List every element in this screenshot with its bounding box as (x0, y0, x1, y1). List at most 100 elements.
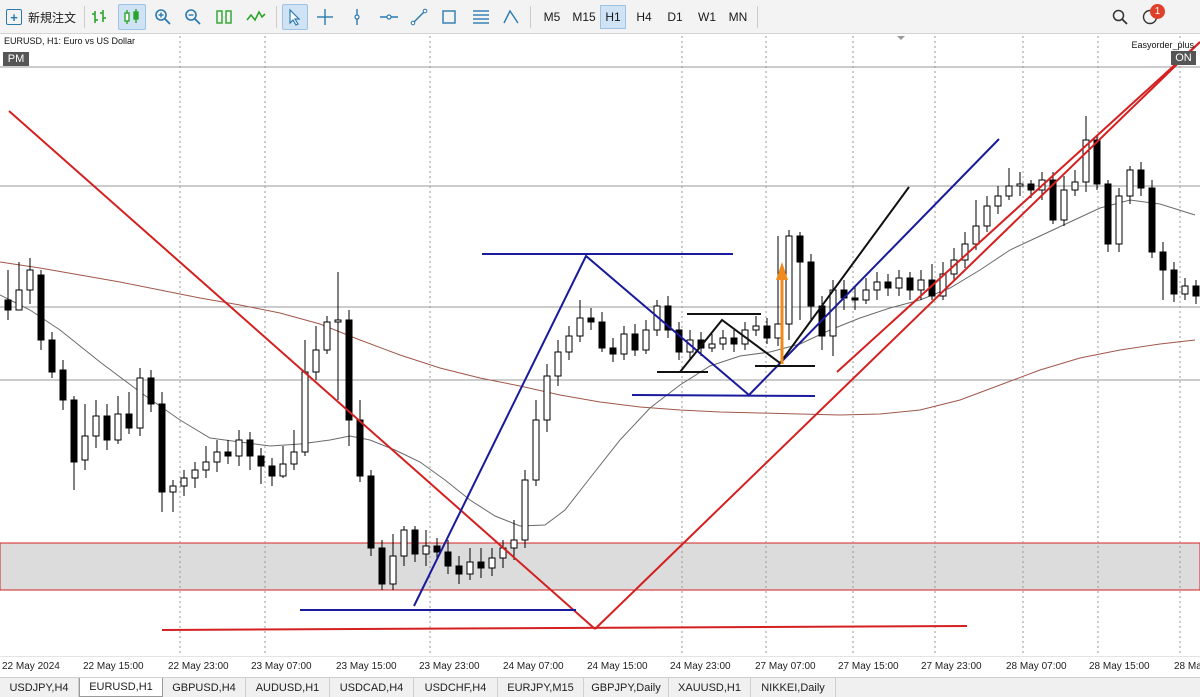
symbol-tab-usdchf-h4[interactable]: USDCHF,H4 (414, 678, 498, 697)
bullish-candle (994, 195, 1002, 207)
timeframe-w1[interactable]: W1 (693, 5, 721, 29)
crosshair-icon (317, 9, 333, 25)
timeframe-m15[interactable]: M15 (569, 5, 599, 29)
bearish-candle (609, 347, 617, 355)
symbol-tab-usdjpy-h4[interactable]: USDJPY,H4 (0, 678, 79, 697)
time-label: 27 May 15:00 (838, 661, 899, 672)
time-label: 24 May 15:00 (587, 661, 648, 672)
timeframe-h1[interactable]: H1 (600, 5, 626, 29)
bearish-candle (730, 337, 738, 345)
bullish-candle (312, 349, 320, 373)
moving-average-slow (0, 261, 1196, 416)
bearish-candle (1027, 183, 1035, 191)
uptrend-line-inner (836, 41, 1200, 373)
candlestick-button[interactable] (118, 4, 146, 30)
new-order-button[interactable]: + 新規注文 (6, 5, 76, 29)
bearish-candle (1159, 251, 1167, 271)
bearish-candle (433, 545, 441, 553)
vertical-line-button[interactable] (345, 4, 369, 30)
bearish-candle (598, 321, 606, 349)
bullish-candle (708, 343, 716, 349)
crosshair-button[interactable] (313, 4, 337, 30)
shapes-button[interactable] (499, 4, 523, 30)
bullish-candle (81, 435, 89, 461)
toolbar-separator (84, 6, 85, 28)
bullish-candle (752, 325, 760, 331)
timeframe-m5[interactable]: M5 (538, 5, 566, 29)
rectangle-button[interactable] (437, 4, 461, 30)
bullish-candle (895, 277, 903, 289)
bullish-candle (488, 557, 496, 569)
time-label: 24 May 07:00 (503, 661, 564, 672)
symbol-tab-usdcad-h4[interactable]: USDCAD,H4 (330, 678, 414, 697)
indicator-button[interactable] (243, 4, 269, 30)
scroll-marker (897, 36, 905, 40)
new-order-label: 新規注文 (28, 10, 77, 25)
zoom-in-button[interactable] (151, 4, 175, 30)
time-label: 23 May 23:00 (419, 661, 480, 672)
trend-line-button[interactable] (407, 4, 431, 30)
cursor-button[interactable] (282, 4, 308, 30)
bearish-candle (1104, 183, 1112, 245)
symbol-tab-nikkei-daily[interactable]: NIKKEI,Daily (751, 678, 836, 697)
symbol-tab-eurusd-h1[interactable]: EURUSD,H1 (79, 678, 163, 697)
vertical-line-icon (354, 9, 360, 25)
bearish-candle (1170, 269, 1178, 295)
toolbar-separator (276, 6, 277, 28)
bullish-candle (972, 225, 980, 245)
bullish-candle (620, 333, 628, 355)
bullish-candle (466, 561, 474, 575)
symbol-tab-xauusd-h1[interactable]: XAUUSD,H1 (669, 678, 751, 697)
bullish-candle (576, 317, 584, 337)
time-label: 28 May 15:00 (1089, 661, 1150, 672)
bullish-candle (114, 413, 122, 441)
search-button[interactable] (1108, 4, 1132, 30)
bearish-candle (356, 419, 364, 477)
symbol-tab-gbpusd-h4[interactable]: GBPUSD,H4 (163, 678, 246, 697)
bullish-candle (290, 451, 298, 465)
bullish-candle (1126, 169, 1134, 197)
symbol-tab-audusd-h1[interactable]: AUDUSD,H1 (246, 678, 330, 697)
zoom-out-button[interactable] (181, 4, 205, 30)
bearish-candle (631, 333, 639, 351)
bullish-candle (1115, 195, 1123, 245)
time-label: 22 May 2024 (2, 661, 60, 672)
bearish-candle (906, 277, 914, 291)
time-label: 23 May 07:00 (251, 661, 312, 672)
bullish-candle (983, 205, 991, 227)
session-label: PM (3, 52, 29, 66)
grid-button[interactable] (211, 4, 237, 30)
ea-status[interactable]: ON (1171, 51, 1196, 65)
bullish-candle (180, 477, 188, 487)
shapes-icon (503, 9, 519, 24)
bullish-candle (26, 269, 34, 291)
time-label: 28 May (1174, 661, 1200, 672)
timeframe-mn[interactable]: MN (724, 5, 752, 29)
bullish-candle (510, 539, 518, 549)
bullish-candle (334, 319, 342, 323)
search-icon (1112, 9, 1128, 25)
bar-chart-button[interactable] (88, 4, 114, 30)
bullish-candle (829, 289, 837, 337)
bullish-candle (92, 415, 100, 437)
bearish-candle (268, 465, 276, 477)
bearish-candle (125, 413, 133, 429)
main-toolbar: + 新規注文 M5 M15 H1 H4 D1 W1 MN 1 (0, 0, 1200, 34)
bottom-line (161, 625, 968, 631)
symbol-tab-gbpjpy-daily[interactable]: GBPJPY,Daily (584, 678, 669, 697)
price-chart[interactable] (0, 34, 1200, 677)
bearish-candle (59, 369, 67, 401)
ea-name: Easyorder_plus (1131, 40, 1194, 50)
bearish-candle (807, 261, 815, 307)
time-label: 28 May 07:00 (1006, 661, 1067, 672)
horizontal-line-button[interactable] (377, 4, 401, 30)
timeframe-d1[interactable]: D1 (662, 5, 688, 29)
fibonacci-icon (473, 10, 489, 24)
symbol-tab-eurjpy-m15[interactable]: EURJPY,M15 (498, 678, 584, 697)
fibonacci-button[interactable] (468, 4, 494, 30)
timeframe-h4[interactable]: H4 (630, 5, 658, 29)
bullish-candle (1071, 181, 1079, 191)
bullish-candle (202, 461, 210, 471)
notification-badge: 1 (1150, 4, 1165, 19)
bullish-candle (1016, 183, 1024, 187)
